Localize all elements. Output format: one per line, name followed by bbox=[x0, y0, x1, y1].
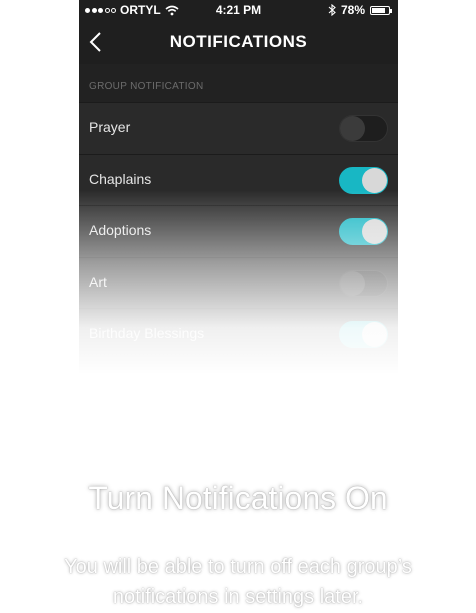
toggle-knob bbox=[362, 322, 387, 347]
page-title: NOTIFICATIONS bbox=[169, 32, 308, 51]
list-item: Adoptions bbox=[79, 205, 398, 257]
onboarding-screen: ORTYL 4:21 PM 78% NOTIFICATIONS GROUP NO… bbox=[0, 0, 476, 613]
notification-list: Prayer Chaplains Adoptions Art Birthday … bbox=[79, 102, 398, 360]
toggle-art[interactable] bbox=[339, 269, 388, 297]
toggle-chaplains[interactable] bbox=[339, 166, 388, 194]
bluetooth-icon bbox=[328, 4, 336, 16]
section-header: GROUP NOTIFICATION bbox=[79, 64, 398, 102]
list-item: Chaplains bbox=[79, 153, 398, 205]
battery-percent: 78% bbox=[340, 3, 365, 17]
list-item: Prayer bbox=[79, 102, 398, 154]
toggle-birthday-blessings[interactable] bbox=[339, 321, 388, 348]
row-label-art: Art bbox=[89, 273, 107, 290]
toggle-adoptions[interactable] bbox=[339, 218, 388, 245]
toggle-knob bbox=[340, 270, 365, 296]
phone-screenshot: ORTYL 4:21 PM 78% NOTIFICATIONS GROUP NO… bbox=[79, 0, 398, 374]
status-bar: ORTYL 4:21 PM 78% bbox=[79, 0, 398, 20]
row-label-adoptions: Adoptions bbox=[89, 222, 152, 238]
toggle-knob bbox=[362, 167, 387, 193]
toggle-prayer[interactable] bbox=[339, 115, 388, 142]
row-label-birthday-blessings: Birthday Blessings bbox=[89, 325, 205, 341]
onboarding-subtext-line2: notifications in settings later. bbox=[112, 586, 364, 608]
list-item: Art bbox=[79, 256, 398, 308]
toggle-knob bbox=[340, 116, 365, 141]
navigation-bar: NOTIFICATIONS bbox=[79, 20, 398, 64]
onboarding-subtext-line1: You will be able to turn off each group’… bbox=[64, 556, 412, 578]
list-item: Birthday Blessings bbox=[79, 308, 398, 360]
onboarding-headline: Turn Notifications On bbox=[88, 480, 388, 516]
status-right: 78% bbox=[328, 3, 392, 17]
row-label-chaplains: Chaplains bbox=[89, 170, 152, 187]
row-label-prayer: Prayer bbox=[89, 119, 131, 135]
onboarding-subtext: You will be able to turn off each group’… bbox=[0, 552, 476, 612]
battery-icon bbox=[370, 5, 392, 15]
section-header-label: GROUP NOTIFICATION bbox=[89, 81, 204, 92]
toggle-knob bbox=[362, 219, 387, 244]
